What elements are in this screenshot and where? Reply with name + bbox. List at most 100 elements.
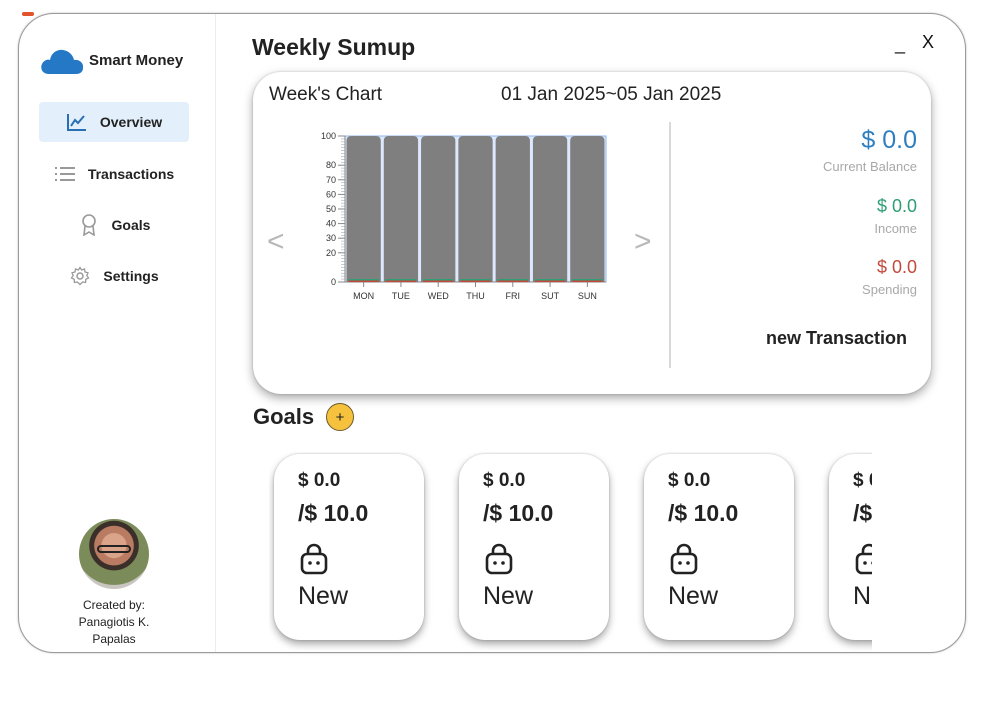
award-ribbon-icon [78, 214, 100, 236]
lock-icon [485, 543, 513, 580]
lock-icon [300, 543, 328, 580]
sidebar-item-transactions[interactable]: Transactions [39, 154, 189, 194]
app-window: Smart Money Overview Transactions Goals [18, 13, 966, 653]
goal-current-amount: $ 0.0 [483, 470, 526, 491]
spending-label: Spending [862, 282, 917, 297]
chart-x-tick-label: MON [353, 291, 374, 301]
chart-y-tick-label: 20 [326, 248, 336, 258]
sidebar-item-label: Overview [99, 114, 163, 130]
chart-x-tick-label: WED [428, 291, 449, 301]
weekly-sumup-card: Week's Chart 01 Jan 2025~05 Jan 2025 < >… [253, 72, 931, 394]
chart-spending-mark [460, 280, 491, 283]
goal-target-amount: /$ 10.0 [483, 500, 554, 526]
goal-name: New [853, 582, 872, 610]
goal-name: New [668, 582, 719, 610]
chart-bar [346, 136, 381, 282]
new-transaction-button[interactable]: new Transaction [766, 328, 907, 349]
goal-target-amount: /$ 10.0 [668, 500, 739, 526]
income-label: Income [874, 221, 917, 236]
chart-income-mark [423, 279, 454, 281]
sidebar: Smart Money Overview Transactions Goals [19, 14, 216, 652]
cloud-logo-icon [39, 44, 85, 76]
date-range: 01 Jan 2025~05 Jan 2025 [501, 84, 722, 105]
chart-x-tick-label: SUN [578, 291, 597, 301]
chart-spending-mark [497, 280, 528, 283]
goal-card[interactable]: $ 0.0 /$ 10.0 New [829, 454, 872, 640]
author-credit: Created by: Panagiotis K. Papalas [78, 598, 150, 646]
balance-value: $ 0.0 [861, 126, 917, 154]
chart-bar [532, 136, 568, 282]
chart-x-tick-label: SUT [541, 291, 560, 301]
gear-icon [69, 265, 91, 287]
brand: Smart Money [39, 44, 183, 76]
chart-y-tick-label: 50 [326, 204, 336, 214]
chart-spending-mark [348, 280, 379, 283]
goal-name: New [298, 582, 349, 610]
chart-y-tick-label: 0 [331, 277, 336, 287]
spending-stat: $ 0.0 Spending [862, 257, 917, 297]
chart-spending-mark [534, 280, 566, 283]
author-block: Created by: Panagiotis K. Papalas [59, 519, 169, 648]
card-divider [669, 122, 671, 368]
chart-y-tick-label: 40 [326, 219, 336, 229]
sidebar-item-label: Transactions [87, 166, 175, 182]
goal-target-amount: /$ 10.0 [298, 500, 369, 526]
balance-label: Current Balance [823, 159, 917, 174]
chart-spending-mark [385, 280, 417, 283]
chart-income-mark [348, 279, 379, 281]
app-name: Smart Money [89, 51, 184, 69]
sidebar-item-goals[interactable]: Goals [39, 205, 189, 245]
goals-list: $ 0.0 /$ 10.0 New $ 0.0 /$ 10.0 New $ 0.… [269, 452, 872, 652]
sidebar-item-overview[interactable]: Overview [39, 102, 189, 142]
goal-current-amount: $ 0.0 [668, 470, 711, 491]
spending-value: $ 0.0 [876, 257, 917, 277]
previous-week-button[interactable]: < [267, 227, 285, 257]
lock-icon [855, 543, 872, 580]
chart-y-tick-label: 100 [321, 131, 336, 141]
income-stat: $ 0.0 Income [874, 196, 917, 236]
sidebar-item-label: Goals [111, 217, 151, 233]
chart-line-icon [66, 111, 88, 133]
list-icon [54, 163, 76, 185]
chart-income-mark [497, 279, 528, 281]
chart-y-tick-label: 30 [326, 233, 336, 243]
chart-y-tick-label: 70 [326, 175, 336, 185]
sidebar-item-settings[interactable]: Settings [39, 256, 189, 296]
chart-income-mark [385, 279, 417, 281]
chart-x-tick-label: THU [466, 291, 485, 301]
goal-target-amount: /$ 10.0 [853, 500, 872, 526]
close-button[interactable]: X [922, 32, 934, 53]
lock-icon [670, 543, 698, 580]
chart-y-tick-label: 60 [326, 189, 336, 199]
add-goal-button[interactable]: + [326, 403, 354, 431]
chart-x-tick-label: TUE [392, 291, 410, 301]
chart-spending-mark [423, 280, 454, 283]
avatar [79, 519, 149, 589]
chart-bar [421, 136, 456, 282]
minimize-button[interactable]: _ [895, 34, 905, 55]
goal-current-amount: $ 0.0 [853, 470, 872, 491]
goal-name: New [483, 582, 534, 610]
goal-card[interactable]: $ 0.0 /$ 10.0 New [644, 454, 794, 640]
page-title: Weekly Sumup [252, 34, 416, 60]
goal-card[interactable]: $ 0.0 /$ 10.0 New [274, 454, 424, 640]
chart-bar [458, 136, 493, 282]
chart-income-mark [572, 279, 603, 281]
income-value: $ 0.0 [876, 196, 917, 216]
chart-spending-mark [572, 280, 603, 283]
sidebar-item-label: Settings [103, 268, 159, 284]
next-week-button[interactable]: > [634, 227, 652, 257]
chart-title: Week's Chart [269, 84, 383, 105]
chart-y-tick-label: 80 [326, 160, 336, 170]
goal-card[interactable]: $ 0.0 /$ 10.0 New [459, 454, 609, 640]
balance-stat: $ 0.0 Current Balance [823, 126, 917, 174]
chart-bar [570, 136, 605, 282]
chart-income-mark [460, 279, 491, 281]
chart-x-tick-label: FRI [506, 291, 521, 301]
chart-income-mark [534, 279, 566, 281]
chart-bar [383, 136, 419, 282]
weekly-bar-chart: 0 20 30 40 50 60 70 80 100 MON TUE WED THU FRI SUT SUN [321, 131, 607, 301]
chart-bar [495, 136, 530, 282]
goal-current-amount: $ 0.0 [298, 470, 341, 491]
goals-title: Goals [253, 404, 315, 429]
